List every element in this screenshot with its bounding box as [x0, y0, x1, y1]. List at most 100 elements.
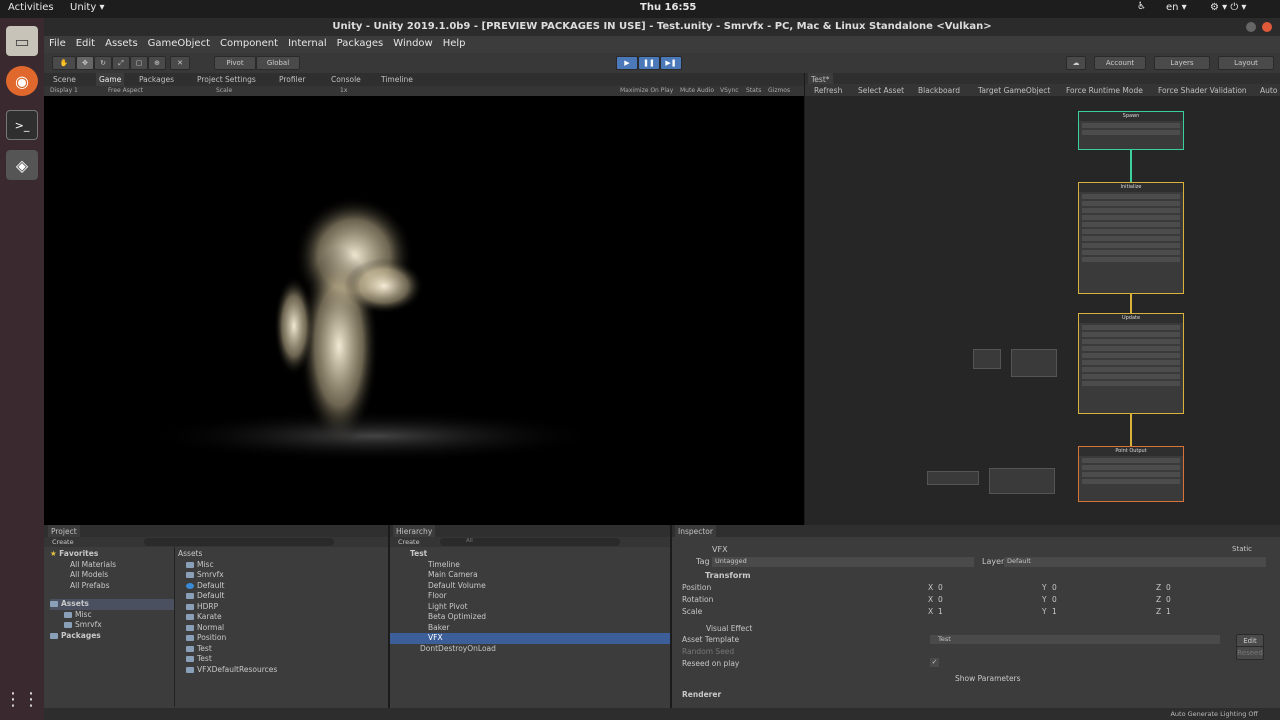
operator-node-time[interactable]	[973, 349, 1001, 369]
dontdestroyonload-root[interactable]: DontDestroyOnLoad	[390, 644, 670, 655]
tree-smrvfx[interactable]: Smrvfx	[50, 620, 174, 631]
tree-assets[interactable]: Assets	[50, 599, 174, 610]
menu-gameobject[interactable]: GameObject	[143, 36, 215, 51]
gizmos-toggle[interactable]: Gizmos	[768, 87, 790, 94]
renderer-header[interactable]: Renderer	[682, 689, 721, 700]
lighting-status[interactable]: Auto Generate Lighting Off	[1170, 710, 1258, 718]
tab-packages[interactable]: Packages	[136, 73, 177, 86]
tree-packages[interactable]: Packages	[50, 631, 174, 642]
select-asset-button[interactable]: Select Asset	[855, 84, 907, 97]
fav-all-prefabs[interactable]: All Prefabs	[50, 581, 174, 592]
global-toggle[interactable]: Global	[256, 56, 300, 70]
transform-tool-icon[interactable]: ⊕	[148, 56, 166, 70]
hierarchy-item[interactable]: Main Camera	[390, 570, 670, 581]
menu-edit[interactable]: Edit	[71, 36, 100, 51]
asset-item[interactable]: Smrvfx	[178, 570, 378, 581]
move-tool-icon[interactable]: ✥	[76, 56, 94, 70]
menu-assets[interactable]: Assets	[100, 36, 143, 51]
asset-item[interactable]: VFXDefaultResources	[178, 665, 378, 676]
close-icon[interactable]	[1262, 22, 1272, 32]
refresh-button[interactable]: Refresh	[811, 84, 845, 97]
menu-help[interactable]: Help	[438, 36, 471, 51]
custom-tool-icon[interactable]: ✕	[170, 56, 190, 70]
reseed-button[interactable]: Reseed	[1236, 646, 1264, 660]
stats-toggle[interactable]: Stats	[746, 87, 761, 94]
asset-item[interactable]: Position	[178, 633, 378, 644]
hierarchy-item-selected[interactable]: VFX	[390, 633, 670, 644]
reseed-on-play-checkbox[interactable]: ✓	[930, 658, 939, 667]
visual-effect-header[interactable]: Visual Effect	[706, 623, 752, 634]
rect-tool-icon[interactable]: ▢	[130, 56, 148, 70]
tree-misc[interactable]: Misc	[50, 610, 174, 621]
asset-item[interactable]: Normal	[178, 623, 378, 634]
tab-project-settings[interactable]: Project Settings	[194, 73, 259, 86]
project-create-button[interactable]: Create	[52, 538, 74, 546]
scene-root[interactable]: Test	[390, 549, 670, 560]
scale-y-field[interactable]: 1	[1052, 607, 1057, 616]
pivot-toggle[interactable]: Pivot	[214, 56, 256, 70]
fav-all-materials[interactable]: All Materials	[50, 560, 174, 571]
output-context-node[interactable]: Point Output	[1078, 446, 1184, 502]
asset-template-field[interactable]: Test	[930, 635, 1220, 644]
static-toggle[interactable]: Static	[1232, 545, 1252, 553]
rot-x-field[interactable]: 0	[938, 595, 943, 604]
tab-inspector[interactable]: Inspector	[675, 525, 716, 538]
asset-item[interactable]: Test	[178, 654, 378, 665]
target-gameobject-button[interactable]: Target GameObject	[975, 84, 1053, 97]
hierarchy-item[interactable]: Timeline	[390, 560, 670, 571]
hierarchy-search-input[interactable]: All	[440, 538, 620, 546]
tab-game[interactable]: Game	[96, 73, 125, 86]
scale-z-field[interactable]: 1	[1166, 607, 1171, 616]
pos-y-field[interactable]: 0	[1052, 583, 1057, 592]
hierarchy-item[interactable]: Default Volume	[390, 581, 670, 592]
firefox-icon[interactable]: ◉	[6, 66, 38, 96]
vsync-toggle[interactable]: VSync	[720, 87, 739, 94]
tab-console[interactable]: Console	[328, 73, 364, 86]
favorites-header[interactable]: ★ Favorites	[50, 549, 174, 560]
scale-value[interactable]: 1x	[340, 87, 347, 94]
layers-dropdown[interactable]: Layers	[1154, 56, 1210, 70]
assets-breadcrumb[interactable]: Assets	[178, 549, 378, 560]
menu-file[interactable]: File	[44, 36, 71, 51]
mute-audio-toggle[interactable]: Mute Audio	[680, 87, 714, 94]
game-render-view[interactable]	[44, 96, 804, 525]
menu-packages[interactable]: Packages	[332, 36, 389, 51]
hierarchy-item[interactable]: Floor	[390, 591, 670, 602]
asset-item[interactable]: Misc	[178, 560, 378, 571]
rot-z-field[interactable]: 0	[1166, 595, 1171, 604]
terminal-icon[interactable]: >_	[6, 110, 38, 140]
hierarchy-create-button[interactable]: Create	[398, 538, 420, 546]
aspect-dropdown[interactable]: Free Aspect	[108, 87, 143, 94]
menu-internal[interactable]: Internal	[283, 36, 332, 51]
auto-button[interactable]: Auto	[1257, 84, 1280, 97]
accessibility-icon[interactable]: ♿	[1137, 1, 1146, 12]
hand-tool-icon[interactable]: ✋	[52, 56, 76, 70]
step-button[interactable]: ▶❚	[660, 56, 682, 70]
pos-z-field[interactable]: 0	[1166, 583, 1171, 592]
unity-icon[interactable]: ◈	[6, 150, 38, 180]
scale-x-field[interactable]: 1	[938, 607, 943, 616]
pause-button[interactable]: ❚❚	[638, 56, 660, 70]
asset-item[interactable]: Default	[178, 581, 378, 592]
spawn-context-node[interactable]: Spawn	[1078, 111, 1184, 150]
play-button[interactable]: ▶	[616, 56, 638, 70]
asset-item[interactable]: Default	[178, 591, 378, 602]
project-search-input[interactable]	[144, 538, 334, 546]
pos-x-field[interactable]: 0	[938, 583, 943, 592]
asset-item[interactable]: Karate	[178, 612, 378, 623]
show-apps-icon[interactable]: ⋮⋮	[4, 684, 40, 714]
update-context-node[interactable]: Update	[1078, 313, 1184, 414]
asset-item[interactable]: Test	[178, 644, 378, 655]
display-dropdown[interactable]: Display 1	[50, 87, 78, 94]
hierarchy-item[interactable]: Baker	[390, 623, 670, 634]
layout-dropdown[interactable]: Layout	[1218, 56, 1274, 70]
rot-y-field[interactable]: 0	[1052, 595, 1057, 604]
object-name[interactable]: VFX	[712, 545, 728, 554]
operator-node-age[interactable]	[927, 471, 979, 485]
transform-header[interactable]: Transform	[705, 571, 751, 580]
menu-window[interactable]: Window	[388, 36, 437, 51]
blackboard-button[interactable]: Blackboard	[915, 84, 963, 97]
hierarchy-item[interactable]: Light Pivot	[390, 602, 670, 613]
operator-node-multiply[interactable]	[1011, 349, 1057, 377]
clock[interactable]: Thu 16:55	[640, 2, 696, 13]
